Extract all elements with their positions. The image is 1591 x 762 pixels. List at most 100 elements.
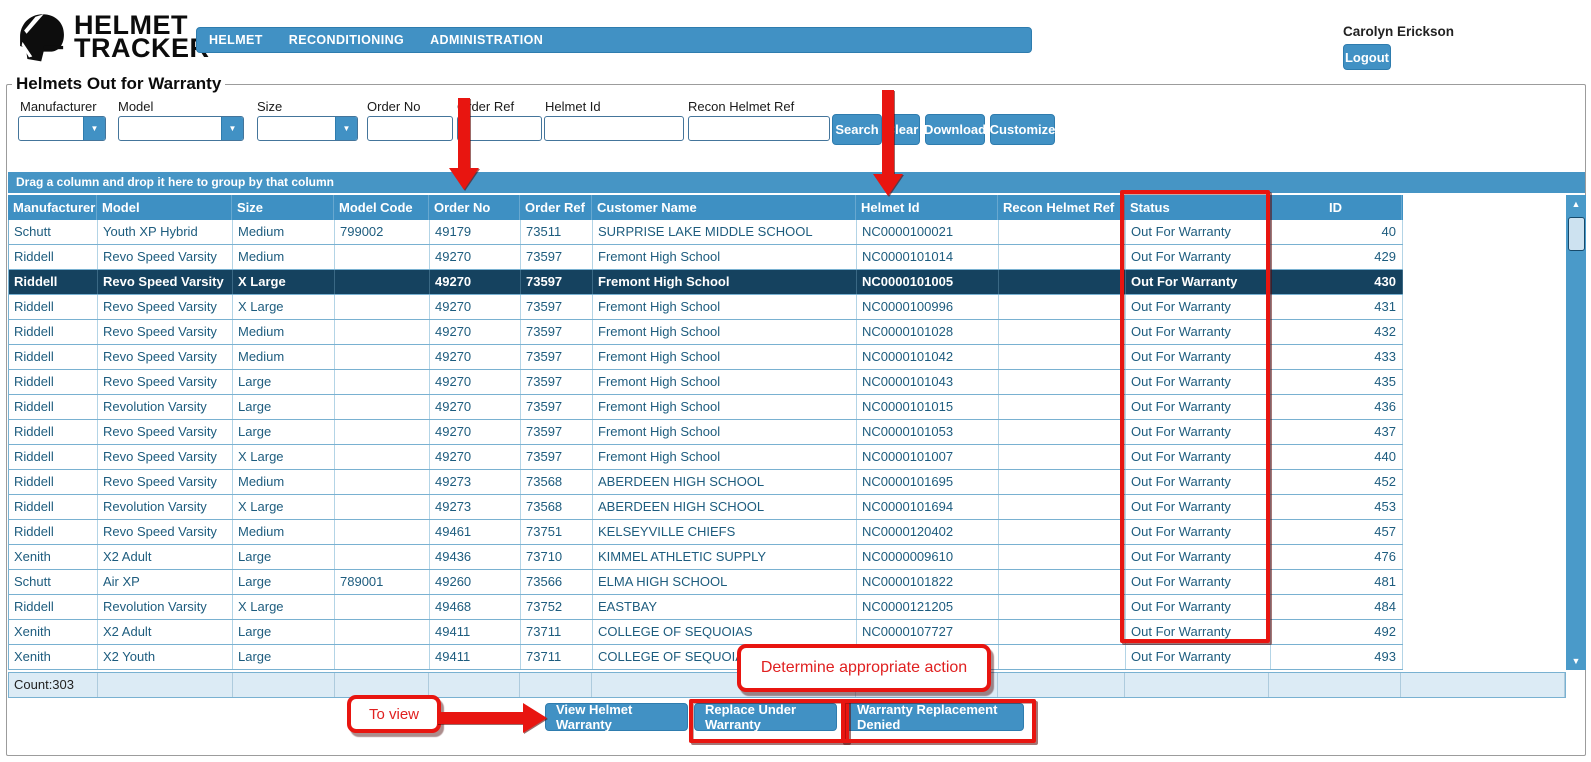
- table-row[interactable]: Xenith X2 Adult Large 49411 73711 COLLEG…: [8, 620, 1403, 645]
- order-no-input[interactable]: [367, 116, 453, 141]
- cell-helmet-id: NC0000101005: [857, 270, 999, 294]
- app-logo: HELMET TRACKER: [16, 11, 210, 63]
- table-row[interactable]: Riddell Revolution Varsity Large 49270 7…: [8, 395, 1403, 420]
- table-row[interactable]: Riddell Revo Speed Varsity Medium 49461 …: [8, 520, 1403, 545]
- warranty-replacement-denied-button[interactable]: Warranty Replacement Denied: [846, 702, 1024, 732]
- cell-customer-name: Fremont High School: [593, 295, 857, 319]
- cell-order-no: 49270: [430, 270, 521, 294]
- cell-manufacturer: Riddell: [9, 520, 98, 544]
- helmet-logo-icon: [20, 14, 64, 62]
- customize-button[interactable]: Customize: [990, 114, 1055, 145]
- nav-item-administration[interactable]: ADMINISTRATION: [430, 33, 543, 47]
- scrollbar-thumb[interactable]: [1568, 217, 1585, 251]
- model-select[interactable]: ▼: [118, 116, 244, 141]
- view-helmet-warranty-button[interactable]: View Helmet Warranty: [545, 702, 688, 732]
- table-row[interactable]: Riddell Revo Speed Varsity X Large 49270…: [8, 295, 1403, 320]
- column-header-helmet-id[interactable]: Helmet Id: [856, 195, 998, 220]
- cell-order-no: 49260: [430, 570, 521, 594]
- cell-customer-name: ABERDEEN HIGH SCHOOL: [593, 470, 857, 494]
- cell-recon-helmet-ref: [999, 295, 1126, 319]
- nav-item-reconditioning[interactable]: RECONDITIONING: [289, 33, 404, 47]
- grid-footer-row: Count:303: [8, 672, 1566, 698]
- column-header-recon-helmet-ref[interactable]: Recon Helmet Ref: [998, 195, 1125, 220]
- cell-order-no: 49411: [430, 645, 521, 669]
- logout-button[interactable]: Logout: [1343, 44, 1391, 70]
- cell-size: Large: [233, 620, 335, 644]
- manufacturer-select[interactable]: ▼: [18, 116, 106, 141]
- cell-customer-name: Fremont High School: [593, 395, 857, 419]
- column-header-id[interactable]: ID: [1270, 195, 1402, 220]
- table-row[interactable]: Schutt Youth XP Hybrid Medium 799002 491…: [8, 220, 1403, 245]
- table-row[interactable]: Riddell Revo Speed Varsity Medium 49270 …: [8, 345, 1403, 370]
- cell-model-code: [335, 545, 430, 569]
- chevron-down-icon[interactable]: ▼: [221, 117, 243, 140]
- replace-under-warranty-button[interactable]: Replace Under Warranty: [694, 702, 837, 732]
- table-row[interactable]: Riddell Revo Speed Varsity X Large 49270…: [8, 445, 1403, 470]
- table-scrollbar[interactable]: ▲ ▼: [1566, 195, 1586, 670]
- table-row[interactable]: Xenith X2 Adult Large 49436 73710 KIMMEL…: [8, 545, 1403, 570]
- cell-manufacturer: Xenith: [9, 620, 98, 644]
- scroll-up-icon[interactable]: ▲: [1566, 195, 1586, 213]
- cell-status: Out For Warranty: [1126, 645, 1271, 669]
- cell-customer-name: COLLEGE OF SEQUOIAS: [593, 645, 857, 669]
- cell-model: Revo Speed Varsity: [98, 270, 233, 294]
- cell-status: Out For Warranty: [1126, 620, 1271, 644]
- download-button[interactable]: Download: [924, 114, 986, 145]
- table-row[interactable]: Riddell Revo Speed Varsity Large 49270 7…: [8, 370, 1403, 395]
- cell-customer-name: Fremont High School: [593, 445, 857, 469]
- column-header-model[interactable]: Model: [97, 195, 232, 220]
- nav-item-helmet[interactable]: HELMET: [209, 33, 263, 47]
- cell-size: X Large: [233, 495, 335, 519]
- cell-model: Revo Speed Varsity: [98, 295, 233, 319]
- cell-order-ref: 73568: [521, 495, 593, 519]
- cell-manufacturer: Riddell: [9, 320, 98, 344]
- cell-size: Large: [233, 420, 335, 444]
- column-header-order-no[interactable]: Order No: [429, 195, 520, 220]
- cell-order-ref: 73752: [521, 595, 593, 619]
- recon-helmet-ref-input[interactable]: [688, 116, 830, 141]
- cell-size: Large: [233, 545, 335, 569]
- cell-order-no: 49270: [430, 245, 521, 269]
- cell-status: Out For Warranty: [1126, 595, 1271, 619]
- cell-model-code: [335, 620, 430, 644]
- cell-id: 452: [1271, 470, 1403, 494]
- chevron-down-icon[interactable]: ▼: [335, 117, 357, 140]
- table-row[interactable]: Xenith X2 Youth Large 49411 73711 COLLEG…: [8, 645, 1403, 670]
- cell-order-no: 49461: [430, 520, 521, 544]
- column-header-manufacturer[interactable]: Manufacturer: [8, 195, 97, 220]
- helmet-id-input[interactable]: [544, 116, 684, 141]
- scroll-down-icon[interactable]: ▼: [1566, 652, 1586, 670]
- table-row[interactable]: Riddell Revo Speed Varsity Large 49270 7…: [8, 420, 1403, 445]
- clear-button[interactable]: Clear: [884, 114, 920, 145]
- table-row[interactable]: Riddell Revo Speed Varsity Medium 49270 …: [8, 245, 1403, 270]
- cell-manufacturer: Riddell: [9, 245, 98, 269]
- table-row[interactable]: Riddell Revo Speed Varsity X Large 49270…: [8, 270, 1403, 295]
- search-button[interactable]: Search: [832, 114, 882, 145]
- chevron-down-icon[interactable]: ▼: [83, 117, 105, 140]
- cell-recon-helmet-ref: [999, 445, 1126, 469]
- cell-order-ref: 73568: [521, 470, 593, 494]
- cell-customer-name: Fremont High School: [593, 320, 857, 344]
- cell-model: Revo Speed Varsity: [98, 320, 233, 344]
- column-header-model-code[interactable]: Model Code: [334, 195, 429, 220]
- cell-model: Revo Speed Varsity: [98, 420, 233, 444]
- table-row[interactable]: Riddell Revo Speed Varsity Medium 49273 …: [8, 470, 1403, 495]
- cell-manufacturer: Schutt: [9, 570, 98, 594]
- column-header-size[interactable]: Size: [232, 195, 334, 220]
- table-row[interactable]: Riddell Revolution Varsity X Large 49273…: [8, 495, 1403, 520]
- column-header-customer-name[interactable]: Customer Name: [592, 195, 856, 220]
- cell-model-code: [335, 645, 430, 669]
- cell-helmet-id: NC0000101695: [857, 470, 999, 494]
- group-by-drop-zone[interactable]: Drag a column and drop it here to group …: [8, 172, 1585, 193]
- cell-order-no: 49468: [430, 595, 521, 619]
- table-row[interactable]: Riddell Revolution Varsity X Large 49468…: [8, 595, 1403, 620]
- cell-order-ref: 73597: [521, 395, 593, 419]
- cell-manufacturer: Riddell: [9, 370, 98, 394]
- size-select[interactable]: ▼: [257, 116, 358, 141]
- table-row[interactable]: Riddell Revo Speed Varsity Medium 49270 …: [8, 320, 1403, 345]
- order-ref-input[interactable]: [457, 116, 542, 141]
- table-row[interactable]: Schutt Air XP Large 789001 49260 73566 E…: [8, 570, 1403, 595]
- column-header-status[interactable]: Status: [1125, 195, 1270, 220]
- column-header-order-ref[interactable]: Order Ref: [520, 195, 592, 220]
- cell-id: 440: [1271, 445, 1403, 469]
